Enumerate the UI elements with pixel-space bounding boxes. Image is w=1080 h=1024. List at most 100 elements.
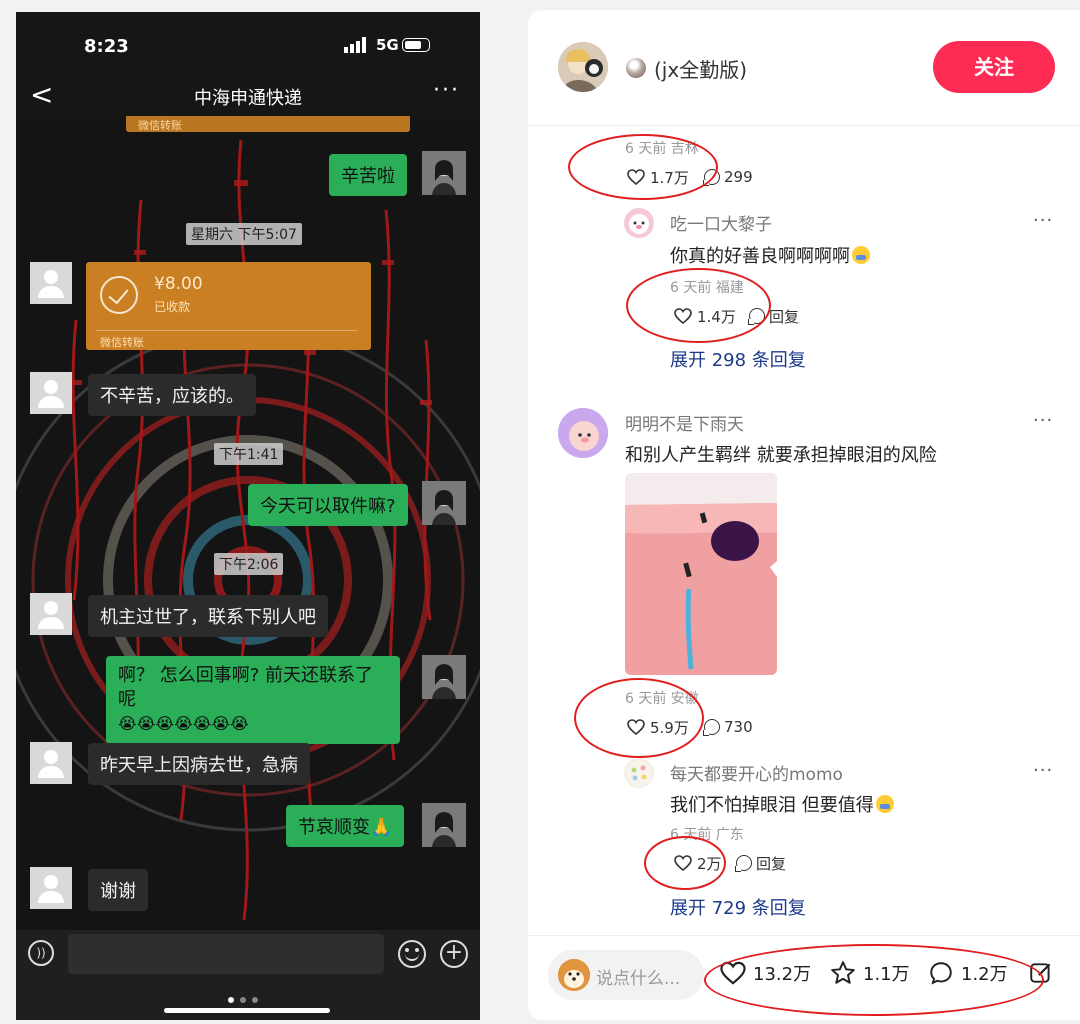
emoji-icon[interactable] <box>398 940 426 968</box>
more-icon[interactable]: ··· <box>1033 410 1053 431</box>
contact-avatar[interactable] <box>30 867 72 909</box>
more-icon[interactable]: ··· <box>433 78 460 103</box>
message-incoming[interactable]: 机主过世了，联系下别人吧 <box>88 595 328 637</box>
star-icon <box>831 961 855 984</box>
voice-icon[interactable]: )) <box>28 940 54 966</box>
reply-button[interactable]: 回复 <box>748 306 799 326</box>
commenter-avatar[interactable] <box>558 408 608 458</box>
my-avatar[interactable] <box>422 481 466 525</box>
comment-image[interactable] <box>625 473 777 675</box>
comment-icon <box>930 962 952 985</box>
like-count: 1.4万 <box>697 307 736 326</box>
heart-icon <box>627 169 645 185</box>
transfer-amount: ¥8.00 <box>154 274 203 294</box>
reply-avatar[interactable] <box>624 208 654 238</box>
signal-icon <box>344 37 366 53</box>
network-type: 5G <box>376 36 399 54</box>
message-input[interactable] <box>68 934 384 974</box>
chat-screenshot: 8:23 5G < 中海申通快递 ··· 微信转账 辛苦啦 星期六 下午5:07… <box>16 12 480 1020</box>
status-time: 8:23 <box>84 36 129 57</box>
follow-button[interactable]: 关注 <box>933 41 1055 93</box>
check-icon <box>100 276 138 314</box>
transfer-status: 已收款 <box>154 300 191 314</box>
home-indicator <box>164 1008 330 1013</box>
message-outgoing[interactable]: 辛苦啦 <box>329 154 407 196</box>
reply-text: 你真的好善良啊啊啊啊 <box>670 242 870 268</box>
expand-replies-link[interactable]: 展开 298 条回复 <box>670 346 806 372</box>
comments-button[interactable]: 1.2万 <box>928 960 1008 986</box>
comment-like-button[interactable]: 1.4万 <box>674 306 736 326</box>
more-icon[interactable]: ··· <box>1033 210 1053 231</box>
my-avatar[interactable] <box>422 151 466 195</box>
contact-avatar[interactable] <box>30 372 72 414</box>
author-header: (jx全勤版) 关注 <box>528 10 1080 126</box>
message-incoming[interactable]: 不辛苦，应该的。 <box>88 374 256 416</box>
reply-text: 我们不怕掉眼泪 但要值得 <box>670 791 894 817</box>
message-outgoing[interactable]: 啊？ 怎么回事啊? 前天还联系了呢 😭😭😭😭😭😭😭 <box>106 656 400 744</box>
favorite-total: 1.1万 <box>863 964 910 985</box>
reply-count: 730 <box>724 718 753 736</box>
edit-icon <box>1030 963 1051 983</box>
favorite-button[interactable]: 1.1万 <box>830 960 910 986</box>
transfer-card[interactable]: ¥8.00 已收款 微信转账 <box>86 262 371 350</box>
like-count: 1.7万 <box>650 168 689 187</box>
emoji-icon <box>875 795 894 813</box>
bottom-action-bar: 说点什么... 13.2万 1.1万 1.2万 <box>528 935 1080 1020</box>
comment-icon <box>703 719 720 736</box>
heart-icon <box>720 961 746 985</box>
comment-input[interactable]: 说点什么... <box>548 950 704 1000</box>
comments-panel: (jx全勤版) 关注 6 天前 吉林 1.7万 299 吃一口大黎子 ··· 你… <box>528 10 1080 1020</box>
timestamp: 下午1:41 <box>214 443 284 465</box>
like-count: 2万 <box>697 854 722 873</box>
transfer-card-partial: 微信转账 <box>126 116 410 132</box>
message-outgoing[interactable]: 今天可以取件嘛? <box>248 484 408 526</box>
transfer-label: 微信转账 <box>100 336 144 349</box>
battery-icon <box>402 38 430 52</box>
heart-icon <box>674 855 692 871</box>
reply-button[interactable]: 回复 <box>735 853 786 873</box>
contact-avatar[interactable] <box>30 262 72 304</box>
comment-reply-count[interactable]: 730 <box>703 717 753 737</box>
reply-author[interactable]: 每天都要开心的momo <box>670 760 843 785</box>
more-icon[interactable]: ··· <box>1033 760 1053 781</box>
author-avatar[interactable] <box>558 42 608 92</box>
chat-nav-bar: < 中海申通快递 ··· <box>16 78 480 120</box>
heart-icon <box>674 308 692 324</box>
comment-icon <box>748 308 765 325</box>
contact-avatar[interactable] <box>30 742 72 784</box>
comment-icon <box>703 169 720 186</box>
user-avatar <box>558 959 590 991</box>
comment-text: 和别人产生羁绊 就要承担掉眼泪的风险 <box>625 445 937 466</box>
share-button[interactable] <box>1028 960 1061 986</box>
my-avatar[interactable] <box>422 655 466 699</box>
comment-meta: 6 天前 广东 <box>670 827 744 843</box>
comment-like-button[interactable]: 2万 <box>674 853 722 873</box>
reply-author[interactable]: 吃一口大黎子 <box>670 210 772 235</box>
comment-meta: 6 天前 福建 <box>670 280 744 296</box>
contact-avatar[interactable] <box>30 593 72 635</box>
message-outgoing[interactable]: 节哀顺变🙏 <box>286 805 405 847</box>
commenter-name[interactable]: 明明不是下雨天 <box>625 410 744 435</box>
timestamp: 下午2:06 <box>214 553 284 575</box>
expand-replies-link[interactable]: 展开 729 条回复 <box>670 894 806 920</box>
timestamp: 星期六 下午5:07 <box>186 223 302 245</box>
my-avatar[interactable] <box>422 803 466 847</box>
comment-icon <box>735 855 752 872</box>
comment-like-button[interactable]: 5.9万 <box>627 717 689 737</box>
comment-like-button[interactable]: 1.7万 <box>627 167 689 187</box>
author-name[interactable]: (jx全勤版) <box>654 54 747 83</box>
comment-meta: 6 天前 安徽 <box>625 691 699 707</box>
message-text: 啊？ 怎么回事啊? 前天还联系了呢 <box>118 665 373 710</box>
comment-placeholder: 说点什么... <box>596 969 681 989</box>
comment-total: 1.2万 <box>961 964 1008 985</box>
message-emoji: 😭😭😭😭😭😭😭 <box>118 714 249 733</box>
comment-reply-count[interactable]: 299 <box>703 167 753 187</box>
plus-icon[interactable]: + <box>440 940 468 968</box>
message-incoming[interactable]: 昨天早上因病去世，急病 <box>88 743 310 785</box>
like-button[interactable]: 13.2万 <box>720 960 811 986</box>
emoji-icon <box>852 246 870 264</box>
like-total: 13.2万 <box>753 964 812 985</box>
message-incoming[interactable]: 谢谢 <box>88 869 148 911</box>
reply-avatar[interactable] <box>624 758 654 788</box>
status-bar: 8:23 5G <box>16 12 480 78</box>
